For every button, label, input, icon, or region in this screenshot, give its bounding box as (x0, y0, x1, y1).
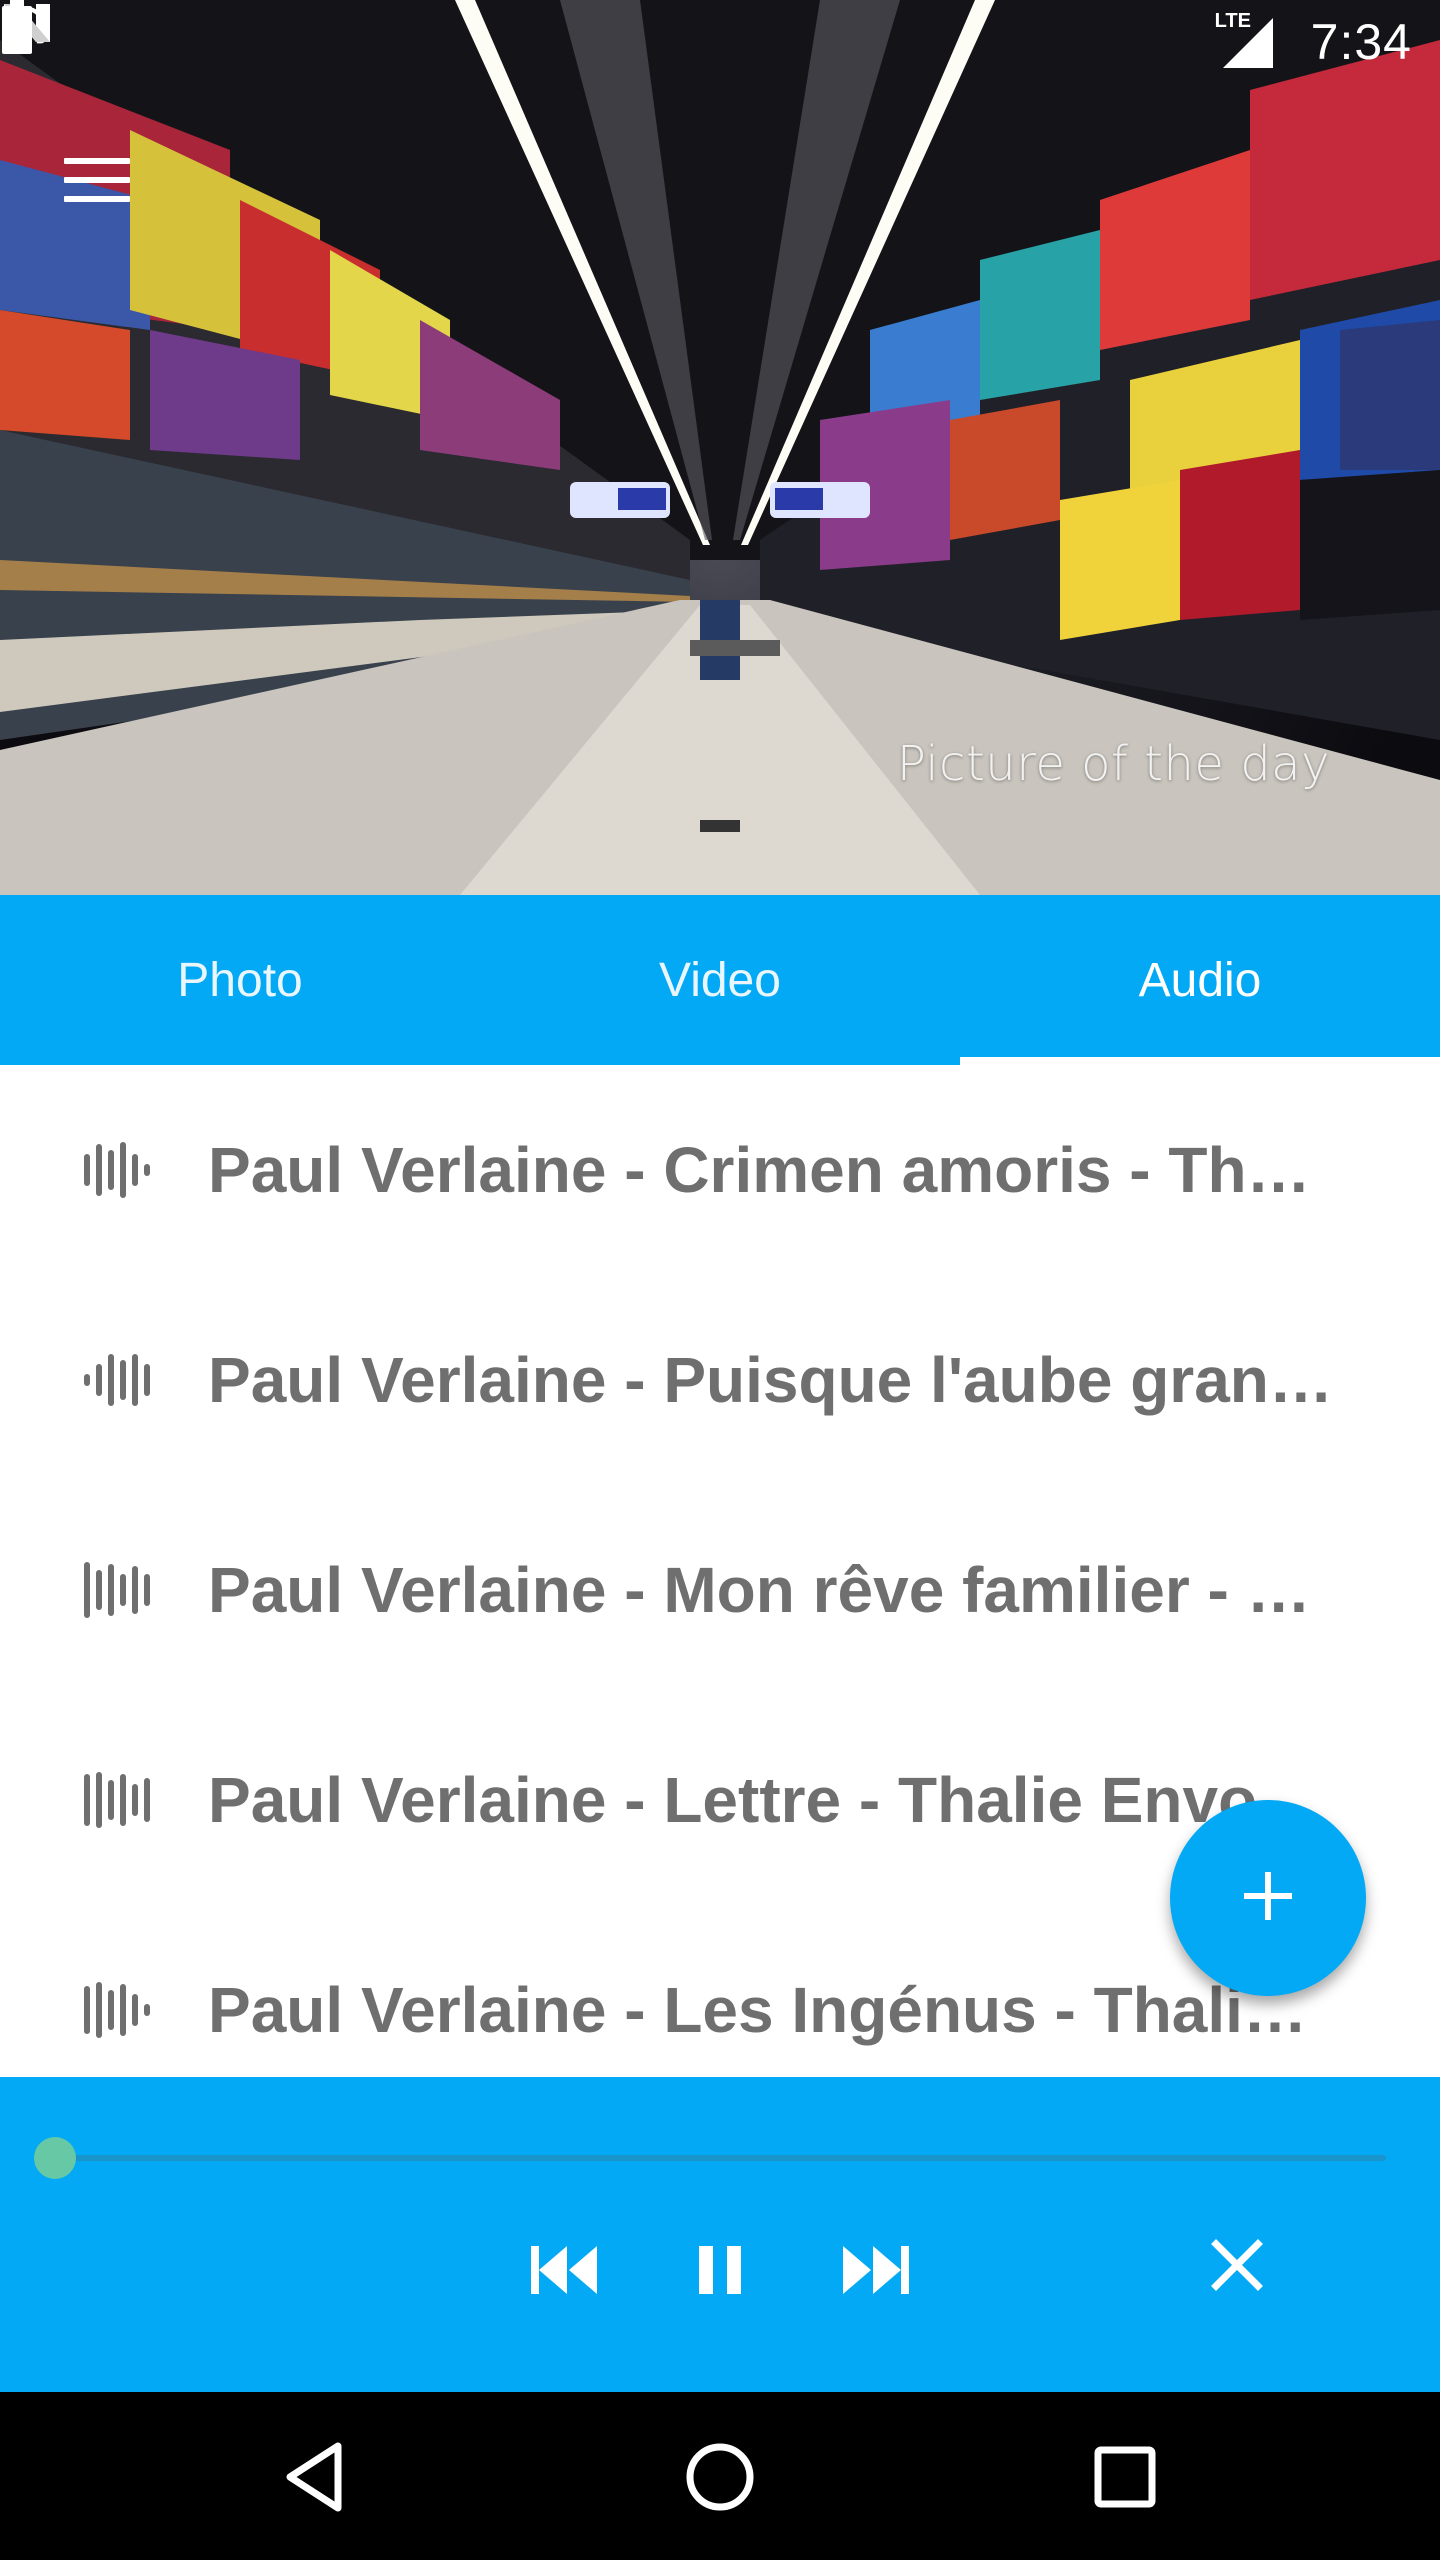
audio-waveform-icon (82, 1980, 152, 2040)
audio-title: Paul Verlaine - Les Ingénus - Thalie Env… (208, 1974, 1338, 2046)
clock: 7:34 (1310, 14, 1412, 70)
back-button[interactable] (270, 2432, 360, 2522)
audio-player (0, 2077, 1440, 2392)
recents-icon (1080, 2446, 1170, 2526)
lte-signal-icon: LTE (1215, 10, 1275, 70)
pause-button[interactable] (675, 2227, 765, 2317)
previous-icon (529, 2242, 601, 2303)
status-bar: LTE 7:34 (0, 0, 1440, 84)
audio-title: Paul Verlaine - Lettre - Thalie Envolée (208, 1764, 1338, 1836)
tab-audio[interactable]: Audio (960, 895, 1440, 1065)
network-type-label: LTE (1214, 10, 1251, 32)
seek-handle[interactable] (34, 2137, 76, 2179)
tab-video[interactable]: Video (480, 895, 960, 1065)
picture-caption: Picture of the day (896, 736, 1330, 792)
audio-waveform-icon (82, 1140, 152, 1200)
next-icon (839, 2242, 911, 2303)
audio-waveform-icon (82, 1350, 152, 1410)
system-navigation-bar (0, 2392, 1440, 2560)
next-button[interactable] (830, 2227, 920, 2317)
seek-bar[interactable] (56, 2155, 1386, 2161)
back-icon (270, 2442, 360, 2526)
list-item[interactable]: Paul Verlaine - Puisque l'aube grandit -… (0, 1275, 1440, 1485)
audio-title: Paul Verlaine - Puisque l'aube grandit -… (208, 1344, 1338, 1416)
audio-waveform-icon (82, 1560, 152, 1620)
picture-of-the-day-image: LTE 7:34 Picture of the day (0, 0, 1440, 895)
close-player-button[interactable] (1192, 2222, 1282, 2312)
media-tabs: Photo Video Audio (0, 895, 1440, 1065)
recents-button[interactable] (1080, 2432, 1170, 2522)
home-button[interactable] (675, 2432, 765, 2522)
add-button[interactable] (1170, 1800, 1366, 1996)
previous-button[interactable] (520, 2227, 610, 2317)
list-item[interactable]: Paul Verlaine - Mon rêve familier - Thal… (0, 1485, 1440, 1695)
pause-icon (695, 2242, 745, 2303)
audio-title: Paul Verlaine - Mon rêve familier - Thal… (208, 1554, 1338, 1626)
audio-title: Paul Verlaine - Crimen amoris - Thalie E… (208, 1134, 1338, 1206)
hamburger-menu-icon[interactable] (52, 150, 142, 210)
list-item[interactable]: Paul Verlaine - Crimen amoris - Thalie E… (0, 1065, 1440, 1275)
close-icon (1210, 2238, 1264, 2297)
plus-icon (1238, 1866, 1298, 1931)
tab-photo[interactable]: Photo (0, 895, 480, 1065)
audio-waveform-icon (82, 1770, 152, 1830)
home-icon (675, 2443, 765, 2526)
